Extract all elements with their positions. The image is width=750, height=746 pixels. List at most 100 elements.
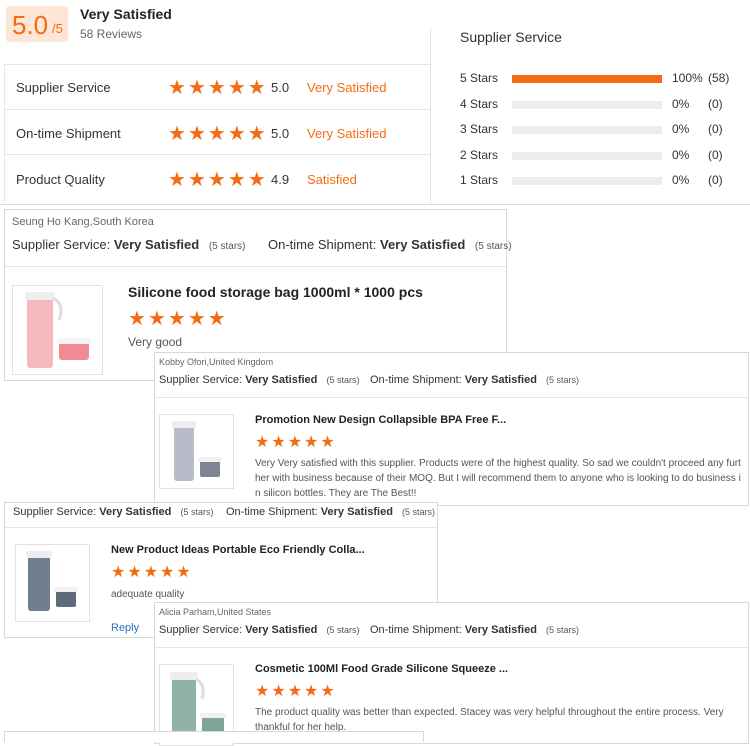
star-icon: ★ [320,434,335,451]
breakdown-row: 1 Stars 0% (0) [460,173,740,189]
breakdown-percent: 100% [672,71,703,85]
supplier-service-label: Supplier Service: [12,237,111,252]
star-icon: ★ [271,683,286,700]
product-title[interactable]: Promotion New Design Collapsible BPA Fre… [255,414,506,426]
breakdown-label: 1 Stars [460,173,499,187]
breakdown-percent: 0% [672,148,690,162]
ontime-label: On-time Shipment: [268,237,377,252]
star-icon: ★ [111,564,126,581]
review-stars: ★ ★ ★ ★ ★ [128,309,226,329]
ontime-stars: (5 stars) [545,375,579,385]
star-icon: ★ [127,564,142,581]
breakdown-bar-track [512,177,662,185]
breakdown-percent: 0% [672,97,690,111]
star-icon: ★ [147,308,166,330]
review-card: Alicia Parham,United States Supplier Ser… [154,602,749,746]
metric-name: Product Quality [16,172,105,187]
metric-row-supplier-service: Supplier Service ★ ★ ★ ★ ★ 5.0 Very Satisfie… [16,77,416,99]
supplier-service-stars: (5 stars) [208,241,246,252]
breakdown-row: 3 Stars 0% (0) [460,122,740,138]
star-icon: ★ [176,564,191,581]
breakdown-count: (0) [708,97,723,111]
review-ratings: Supplier Service: Very Satisfied (5 star… [159,624,359,636]
review-card: Kobby Ofori,United Kingdom Supplier Serv… [154,352,749,506]
review-comment: Very good [128,335,183,349]
supplier-service-stars: (5 stars) [326,375,360,385]
review-count: 58 Reviews [80,27,143,41]
metric-name: On-time Shipment [16,126,121,141]
review-stars: ★ ★ ★ ★ ★ [111,565,191,581]
divider [4,154,430,155]
star-icon: ★ [187,308,206,330]
metric-name: Supplier Service [16,80,111,95]
star-icon: ★ [128,308,146,330]
metric-label: Very Satisfied [307,126,387,141]
ontime-stars: (5 stars) [401,507,435,517]
breakdown-row: 4 Stars 0% (0) [460,97,740,113]
review-ratings: On-time Shipment: Very Satisfied (5 star… [226,506,435,518]
metric-value: 4.9 [271,172,290,187]
divider [4,64,430,65]
reviewer-name: Kobby Ofori,United Kingdom [159,357,274,367]
supplier-service-label: Supplier Service: [159,374,243,386]
slate-bottle-image [26,551,78,611]
divider [155,397,748,398]
ontime-label: On-time Shipment: [370,374,462,386]
supplier-service-label: Supplier Service: [159,624,243,636]
divider [430,28,431,204]
product-title[interactable]: Cosmetic 100Ml Food Grade Silicone Squee… [255,663,508,675]
product-title[interactable]: New Product Ideas Portable Eco Friendly … [111,544,365,556]
breakdown-count: (0) [708,148,723,162]
reviewer-name: Alicia Parham,United States [159,607,272,617]
product-image[interactable] [15,544,90,622]
star-icon: ★ [227,123,246,145]
ontime-value: Very Satisfied [380,237,466,252]
review-card-partial [4,731,424,742]
review-comment: adequate quality [111,589,185,600]
product-image[interactable] [12,285,103,375]
star-icon: ★ [247,77,266,99]
star-icon: ★ [227,77,246,99]
breakdown-count: (58) [708,71,730,85]
supplier-service-label: Supplier Service: [13,506,97,518]
ontime-stars: (5 stars) [545,625,579,635]
breakdown-label: 2 Stars [460,148,499,162]
divider [5,527,437,528]
ontime-value: Very Satisfied [464,374,537,386]
star-icon: ★ [304,683,319,700]
star-icon: ★ [167,308,186,330]
metric-value: 5.0 [271,126,290,141]
star-icon: ★ [168,123,186,145]
star-icon: ★ [320,683,335,700]
overall-label: Very Satisfied [80,6,172,22]
breakdown-count: (0) [708,122,723,136]
star-icon: ★ [187,123,206,145]
star-icon: ★ [160,564,175,581]
overall-score-badge: 5.0 /5 [6,6,68,42]
breakdown-bar-track [512,101,662,109]
star-icon: ★ [287,434,303,451]
overall-score-max: /5 [52,21,63,36]
pink-bottle-image [25,292,91,368]
breakdown-bar-track [512,152,662,160]
product-title[interactable]: Silicone food storage bag 1000ml * 1000 … [128,284,423,300]
review-ratings: On-time Shipment: Very Satisfied (5 star… [268,237,512,252]
review-ratings: Supplier Service: Very Satisfied (5 star… [159,374,359,386]
supplier-service-value: Very Satisfied [99,506,172,518]
supplier-service-value: Very Satisfied [113,237,200,252]
product-image[interactable] [159,414,234,489]
divider [155,647,748,648]
star-icon: ★ [207,308,226,330]
breakdown-bar-fill [512,75,662,83]
ontime-label: On-time Shipment: [226,506,318,518]
metric-stars: ★ ★ ★ ★ ★ [168,170,266,190]
metric-label: Satisfied [307,172,357,187]
reviewer-name: Seung Ho Kang,South Korea [12,216,154,228]
reply-link[interactable]: Reply [111,622,139,634]
ontime-value: Very Satisfied [320,506,393,518]
star-icon: ★ [207,123,226,145]
supplier-service-stars: (5 stars) [326,625,360,635]
breakdown-title: Supplier Service [460,29,562,45]
ontime-stars: (5 stars) [474,241,512,252]
metric-label: Very Satisfied [307,80,387,95]
